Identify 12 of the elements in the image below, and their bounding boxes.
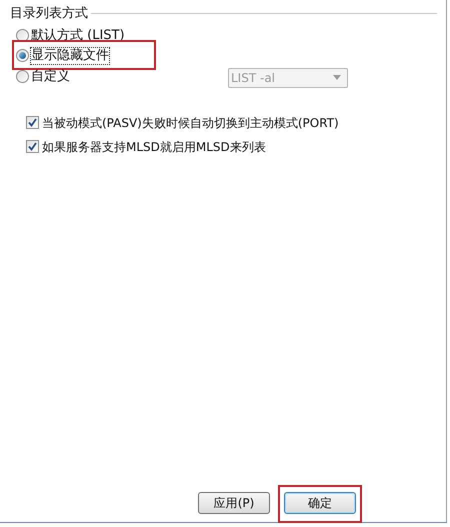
dialog-button[interactable]: 确定 [284,492,356,514]
checkbox-label: 当被动模式(PASV)失败时候自动切换到主动模式(PORT) [42,114,339,132]
radio-label: 自定义 [31,68,70,84]
checkbox[interactable] [26,116,39,129]
group-title: 目录列表方式 [10,5,88,23]
dropdown-arrow-icon [333,75,341,80]
dialog-button[interactable]: 应用(P) [198,492,270,514]
radio-button[interactable] [16,49,29,62]
checkbox-label: 如果服务器支持MLSD就启用MLSD来列表 [42,138,266,156]
radio-button[interactable] [16,70,29,83]
checkbox[interactable] [26,140,39,153]
radio-label: 显示隐藏文件 [31,48,109,64]
